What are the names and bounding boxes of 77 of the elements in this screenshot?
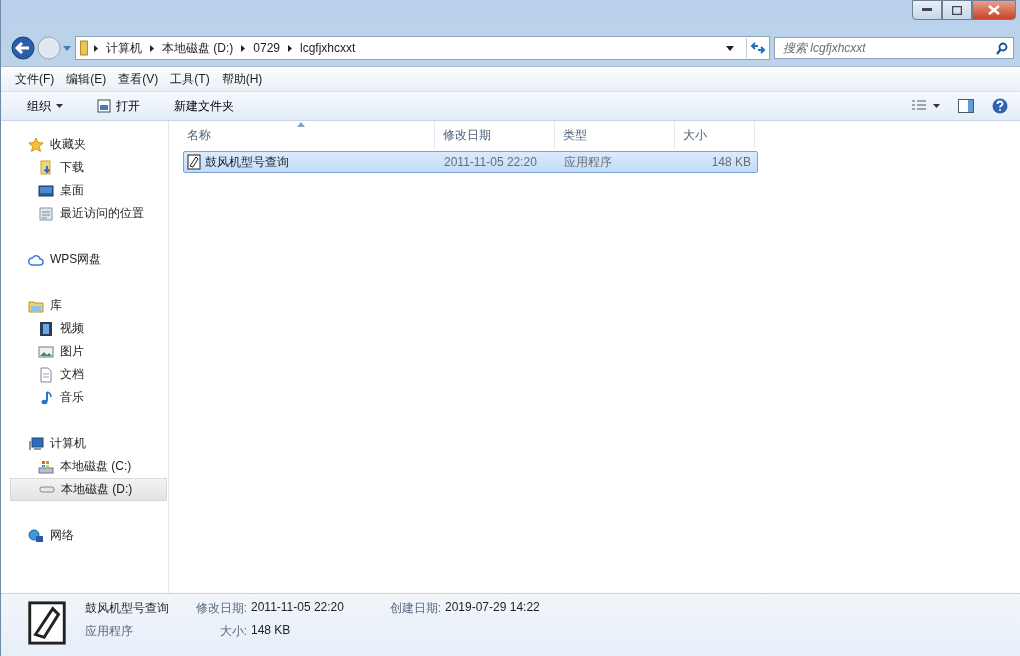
view-options-icon[interactable] xyxy=(912,100,940,112)
field-label: 创建日期: xyxy=(389,600,441,617)
star-icon xyxy=(28,136,44,153)
field-value: 2019-07-29 14:22 xyxy=(445,600,540,616)
sidebar-item[interactable]: 计算机 xyxy=(10,432,167,455)
menu-item[interactable]: 帮助(H) xyxy=(217,68,267,90)
window-icon xyxy=(97,99,111,113)
video-icon xyxy=(38,320,54,337)
toolbar-button[interactable]: 组织 xyxy=(19,94,71,118)
computer-icon xyxy=(28,435,44,452)
help-icon[interactable] xyxy=(992,98,1008,114)
back-button[interactable] xyxy=(11,36,35,60)
field-value: 2011-11-05 22:20 xyxy=(251,600,344,616)
network-icon xyxy=(28,527,44,544)
close-button[interactable] xyxy=(972,0,1016,20)
chevron-icon xyxy=(94,44,98,52)
column-header[interactable]: 名称 xyxy=(179,121,435,149)
maximize-icon xyxy=(952,5,962,15)
sidebar-item[interactable]: 音乐 xyxy=(10,386,167,409)
sidebar-item[interactable]: 下载 xyxy=(10,156,167,179)
sidebar-item[interactable]: 视频 xyxy=(10,317,167,340)
breadcrumb[interactable]: lcgfjxhcxxt xyxy=(298,41,358,55)
recent-icon xyxy=(38,205,54,222)
file-name: 鼓风机型号查询 xyxy=(205,153,289,171)
sidebar-item[interactable]: 最近访问的位置 xyxy=(10,202,167,225)
breadcrumb[interactable]: 0729 xyxy=(251,41,283,55)
sidebar-item[interactable]: 本地磁盘 (C:) xyxy=(10,455,167,478)
sidebar-item[interactable]: 库 xyxy=(10,294,167,317)
toolbar-button[interactable]: 打开 xyxy=(89,94,148,118)
menu-item[interactable]: 工具(T) xyxy=(166,68,214,90)
minimize-button[interactable] xyxy=(912,0,942,20)
column-header[interactable]: 修改日期 xyxy=(435,121,555,149)
sidebar-item[interactable]: 桌面 xyxy=(10,179,167,202)
desktop-icon xyxy=(38,182,54,199)
minimize-icon xyxy=(922,8,932,12)
menu-item[interactable]: 编辑(E) xyxy=(62,68,111,90)
column-header[interactable]: 类型 xyxy=(555,121,675,149)
menu-item[interactable]: 查看(V) xyxy=(114,68,163,90)
file-size: 148 KB xyxy=(710,155,752,169)
caret-icon xyxy=(56,104,63,108)
file-name: 鼓风机型号查询 xyxy=(85,600,170,617)
breadcrumb[interactable]: 本地磁盘 (D:) xyxy=(160,39,236,57)
chevron-icon xyxy=(241,44,246,52)
preview-pane-icon[interactable] xyxy=(958,99,974,113)
sidebar-item[interactable]: WPS网盘 xyxy=(10,248,167,271)
sort-arrow-icon xyxy=(297,122,305,127)
drive-icon xyxy=(39,486,55,493)
maximize-button[interactable] xyxy=(942,0,972,20)
column-header[interactable]: 大小 xyxy=(675,121,755,149)
chevron-icon xyxy=(288,44,293,52)
system-drive-icon xyxy=(38,458,54,475)
pen-document-icon xyxy=(186,154,202,170)
breadcrumb[interactable]: 计算机 xyxy=(104,39,144,57)
close-icon xyxy=(988,5,1000,15)
field-label: 修改日期: xyxy=(195,600,247,617)
caret-icon[interactable] xyxy=(726,45,734,51)
folder-icon xyxy=(80,40,88,56)
modified-date: 2011-11-05 22:20 xyxy=(443,155,538,169)
picture-icon xyxy=(38,343,54,360)
search-field[interactable]: 搜索 lcgfjxhcxxt xyxy=(774,37,1014,59)
sidebar-item[interactable]: 图片 xyxy=(10,340,167,363)
field-value: 148 KB xyxy=(251,623,291,639)
toolbar-button[interactable]: 新建文件夹 xyxy=(166,94,242,118)
sidebar-item[interactable]: 网络 xyxy=(10,524,167,547)
download-icon xyxy=(38,159,54,176)
search-icon xyxy=(996,42,1008,55)
sidebar-item[interactable]: 文档 xyxy=(10,363,167,386)
document-icon xyxy=(38,366,54,383)
sidebar-item[interactable]: 收藏夹 xyxy=(10,133,167,156)
menu-item[interactable]: 文件(F) xyxy=(11,68,59,90)
sidebar-item[interactable]: 本地磁盘 (D:) xyxy=(10,478,167,501)
file-type: 应用程序 xyxy=(563,153,613,171)
chevron-icon xyxy=(150,44,154,52)
field-label: 大小: xyxy=(218,623,247,640)
file-row[interactable]: 鼓风机型号查询 2011-11-05 22:20 应用程序 148 KB xyxy=(183,151,758,173)
file-type: 应用程序 xyxy=(85,623,134,640)
address-bar[interactable]: 计算机 本地磁盘 (D:) 0729 lcgfjxhcxxt xyxy=(75,36,770,60)
